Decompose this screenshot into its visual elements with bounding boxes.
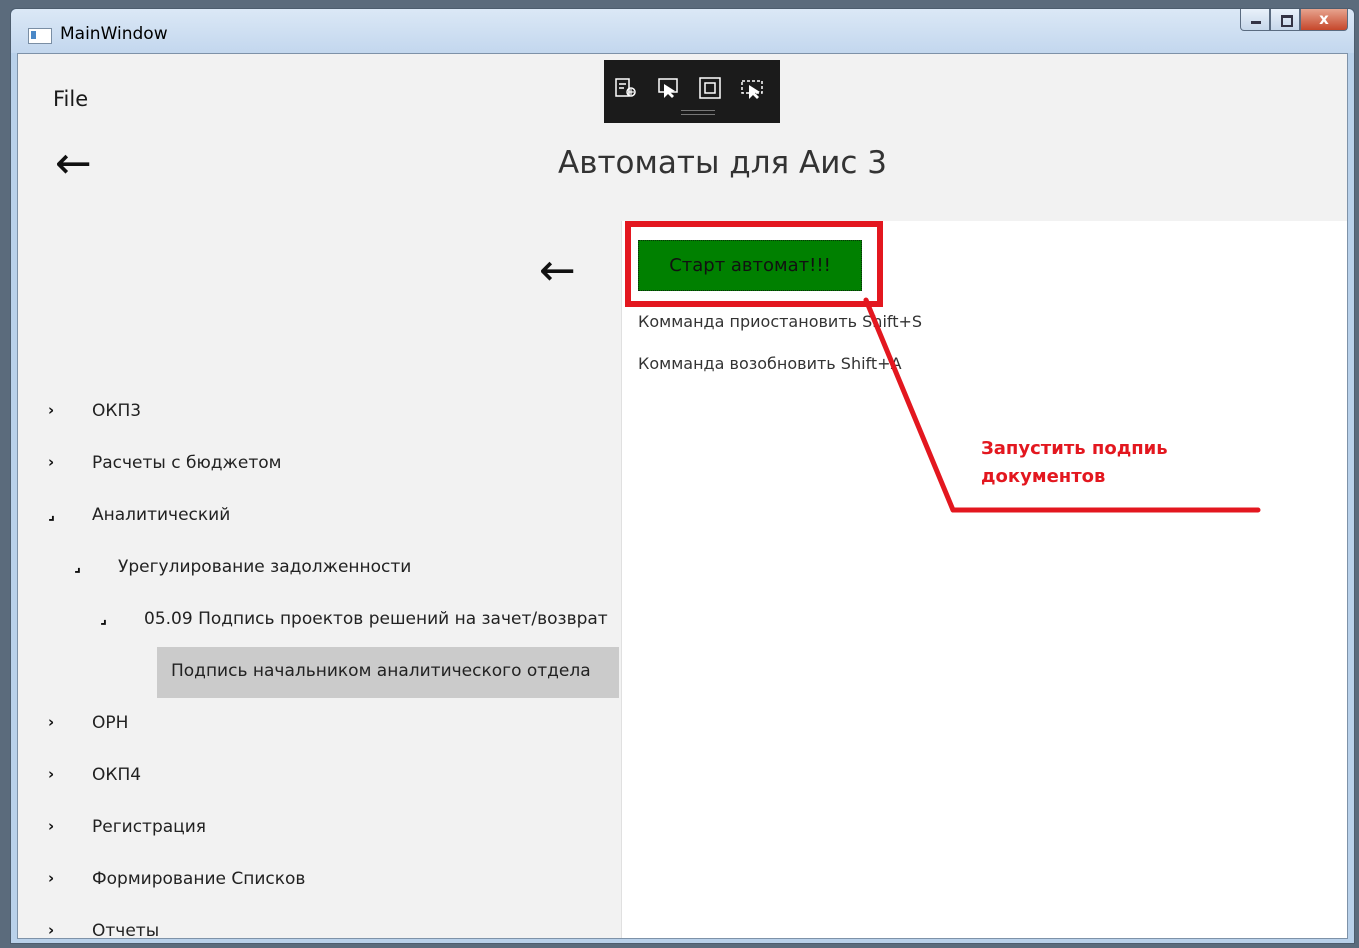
annotation-label: Запустить подпиь документов (981, 435, 1211, 491)
annotation-line-2: документов (981, 466, 1106, 487)
annotation-line-1: Запустить подпиь (981, 438, 1168, 459)
